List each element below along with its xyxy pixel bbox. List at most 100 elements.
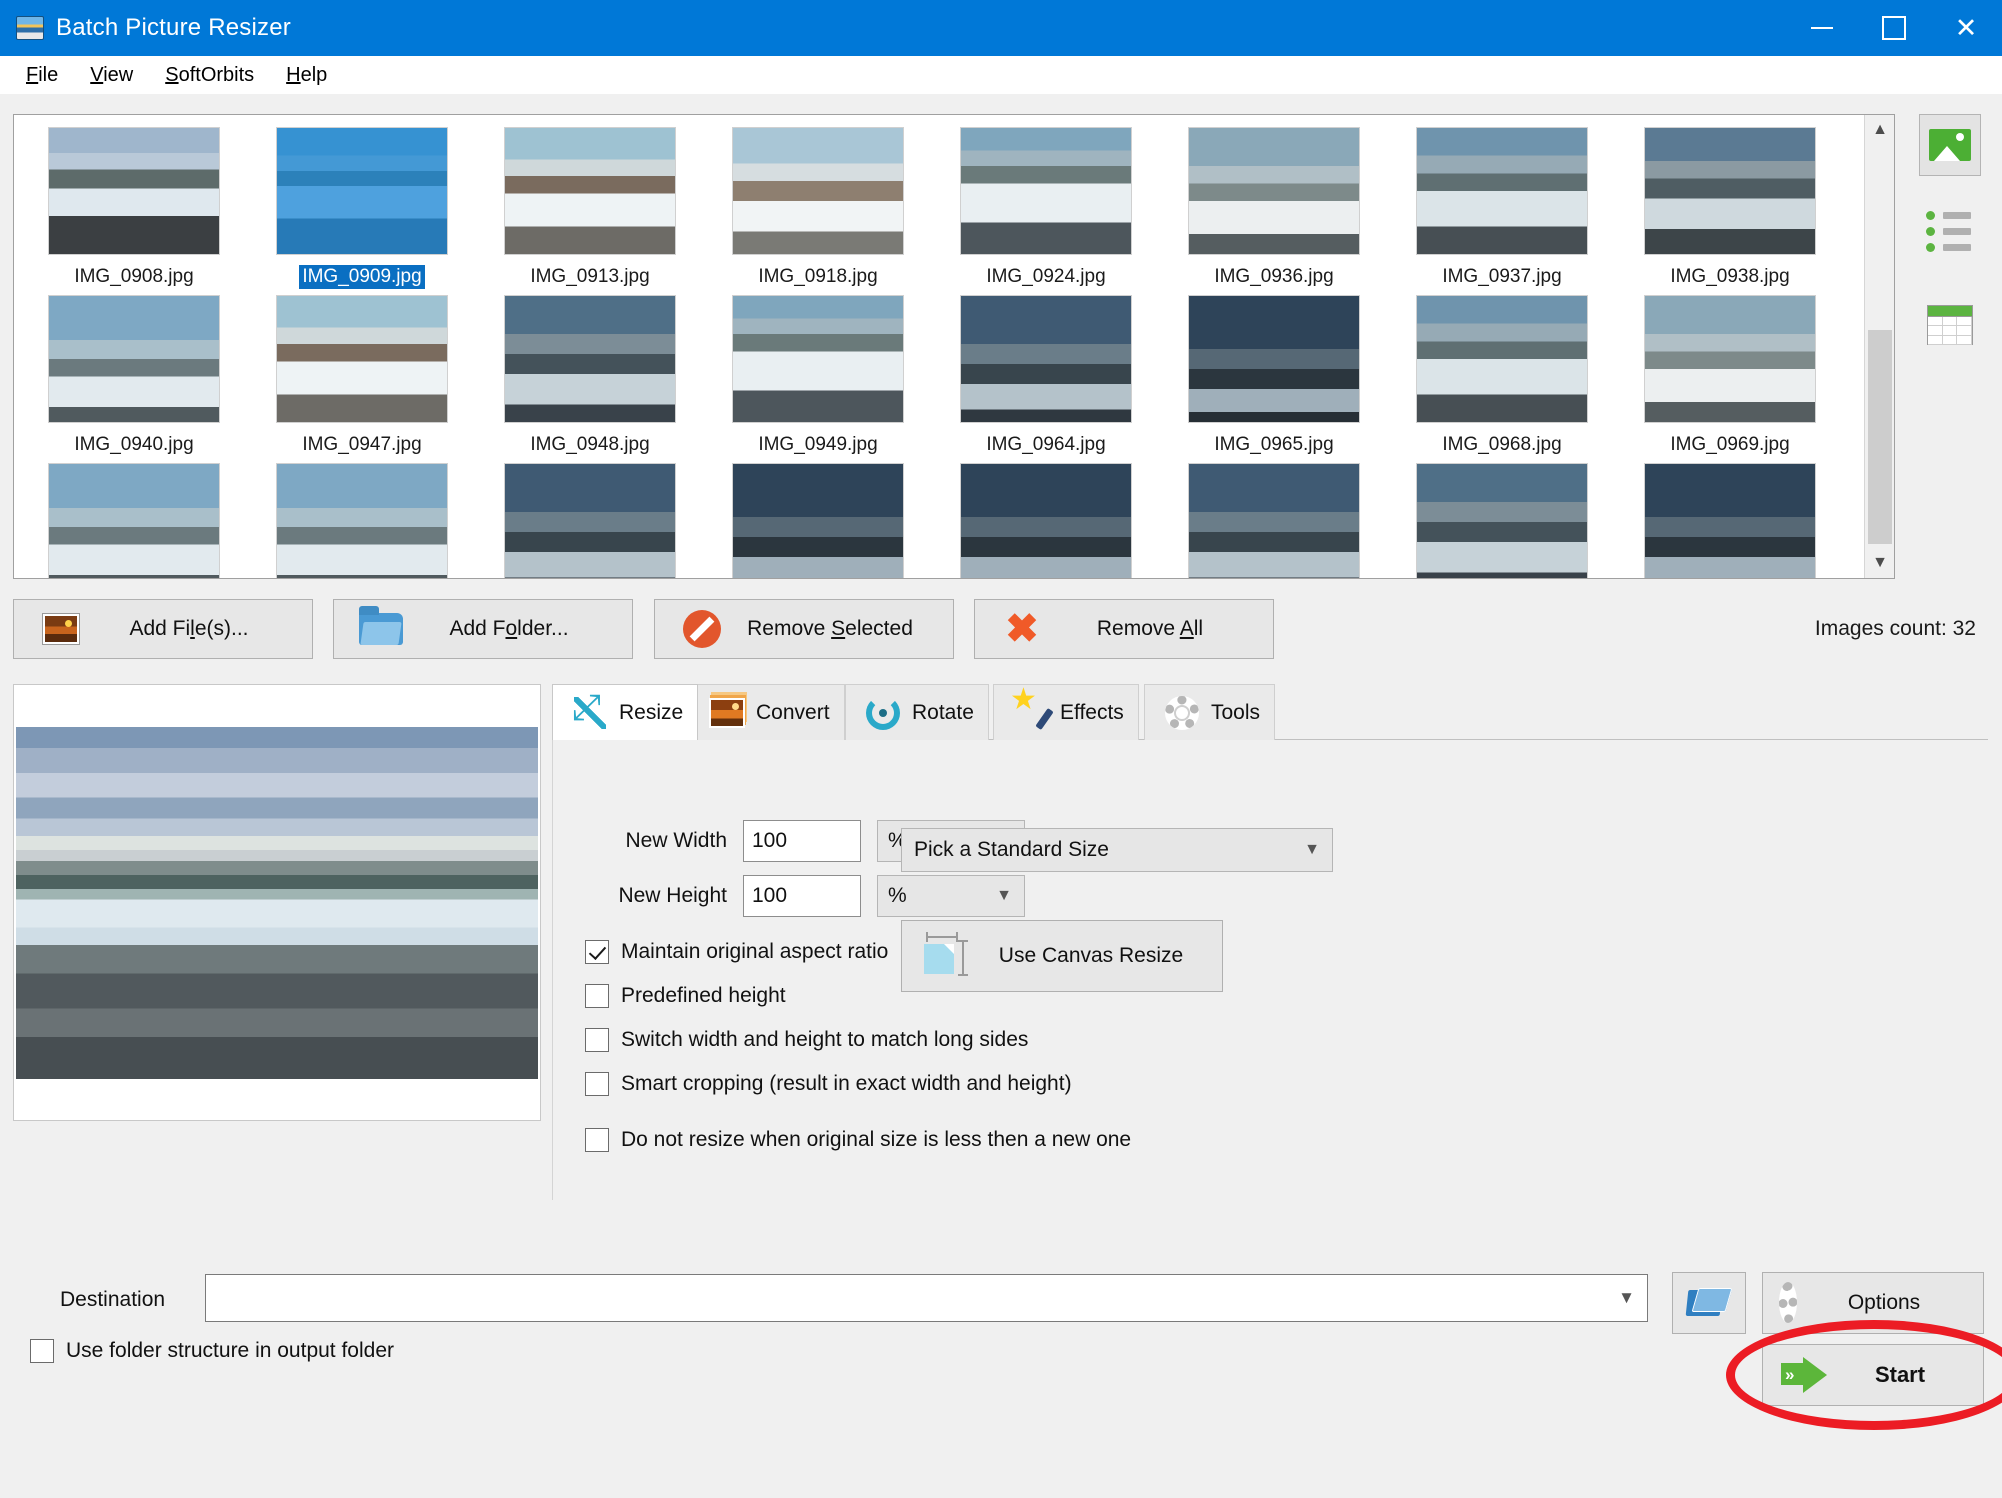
- thumbnail-item[interactable]: IMG_0968.jpg: [1388, 289, 1616, 457]
- browse-destination-button[interactable]: [1672, 1272, 1746, 1334]
- thumbnail-item[interactable]: [248, 457, 476, 578]
- thumbnail-item[interactable]: [20, 457, 248, 578]
- scroll-up-arrow[interactable]: ▲: [1865, 115, 1894, 145]
- ban-icon: [679, 610, 725, 648]
- resize-tab-panel: New Width % ▼ New Height % ▼ Pick a Stan…: [552, 740, 1988, 1200]
- thumbnails-view-button[interactable]: [1919, 114, 1981, 176]
- thumbnail-item[interactable]: IMG_0949.jpg: [704, 289, 932, 457]
- tab-effects[interactable]: Effects: [993, 684, 1139, 740]
- close-button[interactable]: ✕: [1930, 0, 2002, 56]
- menu-item-view[interactable]: View: [74, 60, 149, 91]
- thumbnail-filename: IMG_0947.jpg: [302, 434, 422, 455]
- checkbox-switch-width-height[interactable]: Switch width and height to match long si…: [585, 1028, 1028, 1052]
- checkbox-predefined-height[interactable]: Predefined height: [585, 984, 786, 1008]
- checkbox-label: Do not resize when original size is less…: [621, 1128, 1132, 1151]
- thumbnail-item[interactable]: IMG_0947.jpg: [248, 289, 476, 457]
- checkbox-box: [585, 1072, 609, 1096]
- thumbnail-item[interactable]: IMG_0969.jpg: [1616, 289, 1844, 457]
- thumbnail-filename: IMG_0924.jpg: [986, 266, 1106, 287]
- details-view-button[interactable]: [1919, 294, 1981, 356]
- thumbnail-item[interactable]: IMG_0937.jpg: [1388, 121, 1616, 289]
- thumbnail-filename: IMG_0908.jpg: [74, 266, 194, 287]
- thumbnail-item[interactable]: [1616, 457, 1844, 578]
- minimize-button[interactable]: [1786, 0, 1858, 56]
- gear-icon: [1159, 695, 1205, 730]
- destination-row: Destination ▼ Options: [0, 1272, 2002, 1334]
- thumbnail-filename: IMG_0964.jpg: [986, 434, 1106, 455]
- thumbnail-image: [48, 295, 220, 423]
- image-list-scrollbar[interactable]: ▲ ▼: [1864, 115, 1894, 578]
- thumbnail-item[interactable]: IMG_0938.jpg: [1616, 121, 1844, 289]
- rotate-icon: [860, 695, 906, 730]
- image-list-panel[interactable]: IMG_0908.jpg IMG_0909.jpg IMG_0913.jpg IMG_…: [13, 114, 1895, 579]
- thumbnail-item[interactable]: IMG_0948.jpg: [476, 289, 704, 457]
- thumbnail-filename: IMG_0965.jpg: [1214, 434, 1334, 455]
- chevron-down-icon: ▼: [996, 887, 1012, 904]
- add-folder-button[interactable]: Add Folder...: [333, 599, 633, 659]
- options-button[interactable]: Options: [1762, 1272, 1984, 1334]
- thumbnail-item[interactable]: IMG_0965.jpg: [1160, 289, 1388, 457]
- thumbnail-item[interactable]: IMG_0909.jpg: [248, 121, 476, 290]
- tab-tools[interactable]: Tools: [1144, 684, 1276, 740]
- thumbnail-item[interactable]: [1160, 457, 1388, 578]
- preview-image: [16, 727, 538, 1079]
- new-height-unit-select[interactable]: % ▼: [877, 875, 1025, 917]
- view-mode-toolbar: [1910, 114, 1990, 384]
- checkbox-box: [585, 1028, 609, 1052]
- maximize-button[interactable]: [1858, 0, 1930, 56]
- thumbnail-filename: IMG_0968.jpg: [1442, 434, 1562, 455]
- menu-item-help[interactable]: Help: [270, 60, 343, 91]
- tab-convert[interactable]: Convert: [689, 684, 845, 740]
- destination-input[interactable]: ▼: [205, 1274, 1648, 1322]
- tab-resize[interactable]: Resize: [552, 684, 699, 740]
- checkbox-label: Use folder structure in output folder: [66, 1339, 395, 1362]
- list-view-button[interactable]: [1919, 204, 1981, 266]
- thumbnail-item[interactable]: IMG_0924.jpg: [932, 121, 1160, 289]
- menu-item-file[interactable]: File: [10, 60, 74, 91]
- thumbnail-image: [732, 127, 904, 255]
- thumbnail-item[interactable]: [476, 457, 704, 578]
- thumbnail-item[interactable]: IMG_0936.jpg: [1160, 121, 1388, 289]
- table-icon: [1927, 305, 1973, 345]
- thumbnail-image: [1416, 127, 1588, 255]
- thumbnail-item[interactable]: IMG_0908.jpg: [20, 121, 248, 289]
- thumbnail-item[interactable]: IMG_0913.jpg: [476, 121, 704, 289]
- standard-size-select[interactable]: Pick a Standard Size ▼: [901, 828, 1333, 872]
- thumbnail-image: [1644, 295, 1816, 423]
- remove-selected-label: Remove Selected: [747, 617, 913, 640]
- thumbnail-item[interactable]: [1388, 457, 1616, 578]
- new-height-label: New Height: [618, 884, 727, 907]
- gear-icon: [1779, 1282, 1797, 1323]
- menu-item-softorbits[interactable]: SoftOrbits: [149, 60, 270, 91]
- effects-icon: [1008, 685, 1054, 730]
- new-width-input[interactable]: [743, 820, 861, 862]
- remove-all-button[interactable]: ✖ Remove All: [974, 599, 1274, 659]
- checkbox-do-not-resize[interactable]: Do not resize when original size is less…: [585, 1128, 1131, 1152]
- thumbnail-item[interactable]: IMG_0918.jpg: [704, 121, 932, 289]
- thumbnail-image: [504, 463, 676, 578]
- start-button[interactable]: » Start: [1762, 1344, 1984, 1406]
- checkbox-label: Maintain original aspect ratio: [621, 940, 889, 963]
- new-width-label: New Width: [625, 829, 727, 852]
- thumbnail-image: [48, 463, 220, 578]
- checkbox-maintain-aspect-ratio[interactable]: Maintain original aspect ratio: [585, 940, 888, 964]
- checkbox-use-folder-structure[interactable]: Use folder structure in output folder: [30, 1339, 394, 1363]
- tab-rotate[interactable]: Rotate: [845, 684, 989, 740]
- thumbnail-item[interactable]: IMG_0940.jpg: [20, 289, 248, 457]
- scroll-down-arrow[interactable]: ▼: [1865, 548, 1894, 578]
- thumbnail-item[interactable]: [704, 457, 932, 578]
- remove-selected-button[interactable]: Remove Selected: [654, 599, 954, 659]
- new-height-input[interactable]: [743, 875, 861, 917]
- canvas-resize-icon: [924, 932, 970, 978]
- thumbnail-item[interactable]: IMG_0964.jpg: [932, 289, 1160, 457]
- thumbnail-image: [48, 127, 220, 255]
- open-folder-icon: [1687, 1286, 1731, 1320]
- checkbox-smart-cropping[interactable]: Smart cropping (result in exact width an…: [585, 1072, 1072, 1096]
- add-files-button[interactable]: Add File(s)...: [13, 599, 313, 659]
- use-canvas-resize-button[interactable]: Use Canvas Resize: [901, 920, 1223, 992]
- scrollbar-thumb[interactable]: [1868, 330, 1892, 544]
- thumbnail-filename: IMG_0940.jpg: [74, 434, 194, 455]
- checkbox-label: Predefined height: [621, 984, 786, 1007]
- images-count-label: Images count: 32: [1814, 617, 1976, 640]
- thumbnail-item[interactable]: [932, 457, 1160, 578]
